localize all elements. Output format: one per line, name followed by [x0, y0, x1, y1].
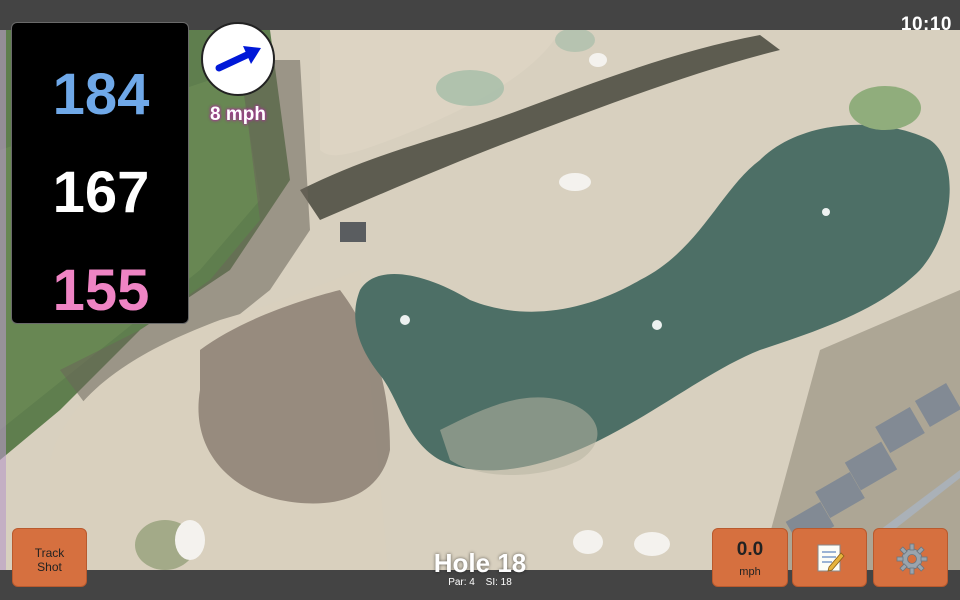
speed-value: 0.0 [736, 539, 764, 560]
bunker [559, 173, 591, 191]
track-shot-label-line2: Shot [37, 560, 62, 574]
fountain [822, 208, 830, 216]
speed-button[interactable]: 0.0 mph [712, 528, 788, 587]
wind-indicator [201, 22, 275, 96]
middle-distance: 167 [52, 160, 150, 225]
distance-panel: 184 167 155 [11, 22, 189, 324]
hole-par: Par: 4 [448, 577, 475, 588]
hole-info: Par: 4 SI: 18 [380, 577, 580, 588]
notepad-icon [817, 544, 845, 572]
speed-unit: mph [739, 566, 761, 578]
grass-strip [0, 30, 6, 570]
bunker [589, 53, 607, 67]
bunker [634, 532, 670, 556]
track-shot-button[interactable]: Track Shot [12, 528, 87, 587]
hole-stroke-index: SI: 18 [485, 577, 512, 588]
building [340, 222, 366, 242]
fountain [652, 320, 662, 330]
hole-title: Hole 18 [433, 548, 527, 578]
wind-speed: 8 mph [210, 104, 266, 125]
wind-arrow-icon [215, 46, 261, 72]
fountain [400, 315, 410, 325]
settings-button[interactable] [873, 528, 948, 587]
track-shot-label-line1: Track [34, 546, 65, 560]
green [849, 86, 921, 130]
front-distance: 155 [52, 258, 150, 323]
bunker [175, 520, 205, 560]
green [436, 70, 504, 106]
gear-icon [896, 543, 928, 575]
back-distance: 184 [52, 62, 150, 127]
notes-button[interactable] [792, 528, 867, 587]
